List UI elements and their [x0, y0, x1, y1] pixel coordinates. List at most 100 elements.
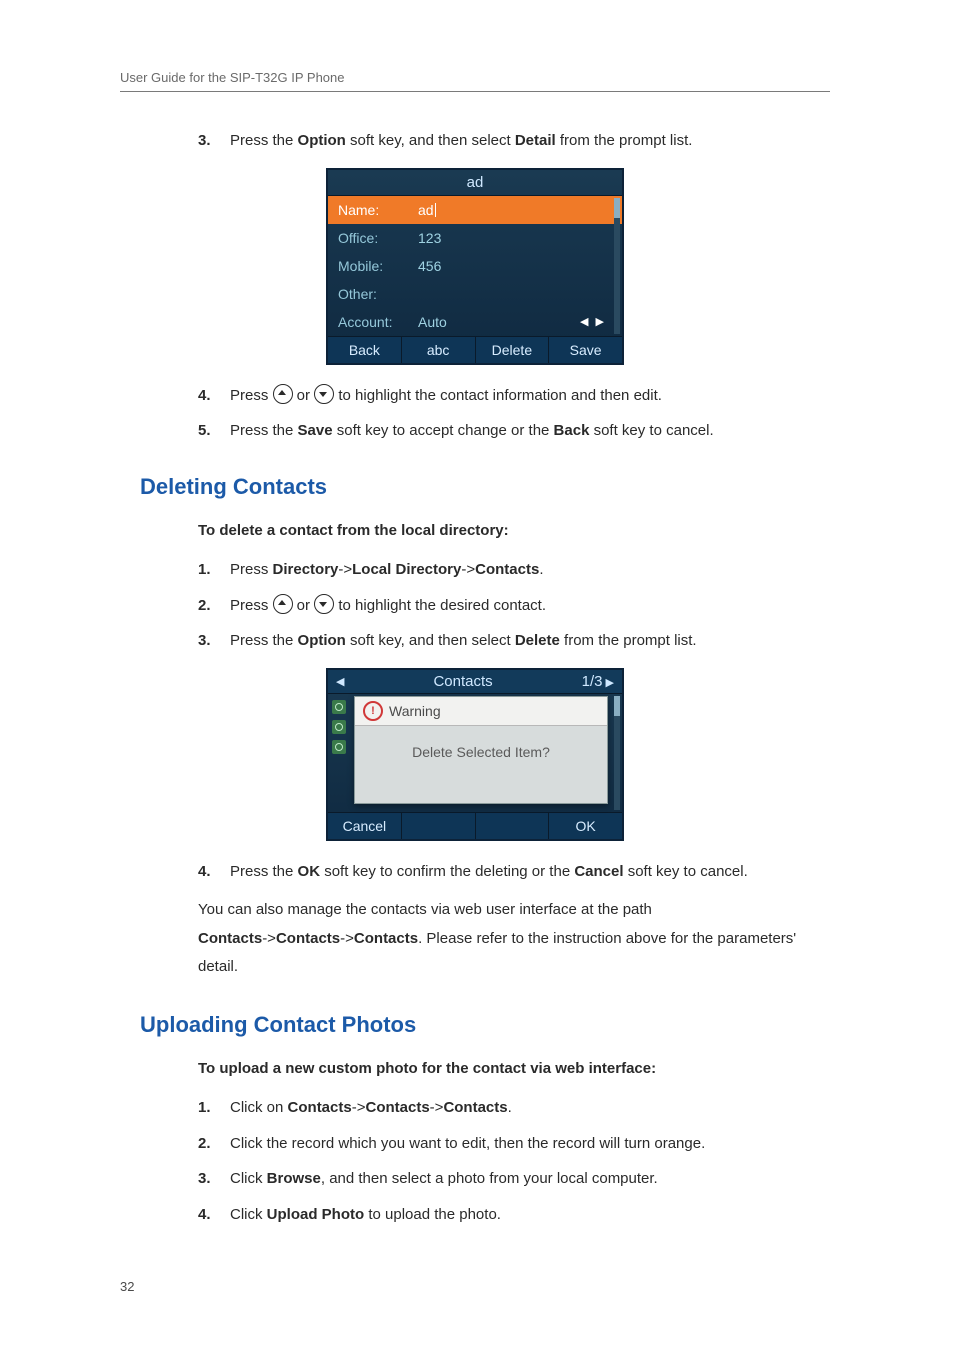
contacts-label: Contacts [276, 930, 340, 947]
softkey-delete[interactable]: Delete [476, 337, 550, 363]
step-number: 4. [198, 383, 211, 409]
upload-intro: To upload a new custom photo for the con… [198, 1056, 830, 1082]
text: You can also manage the contacts via web… [198, 901, 652, 918]
field-office-row: Office: 123 [328, 224, 622, 252]
phone-screen-edit-contact: ad Name: ad Office: 123 Mobile: 456 Othe… [326, 168, 624, 365]
warning-label: Warning [389, 703, 441, 719]
scrollbar-thumb [614, 696, 620, 716]
scrollbar [614, 198, 620, 334]
contact-list-icons [332, 700, 348, 760]
dstep-3: 3. Press the Option soft key, and then s… [198, 628, 830, 654]
warning-header: ! Warning [355, 697, 607, 726]
arrow: -> [262, 930, 276, 947]
softkey-bar: Cancel OK [328, 812, 622, 839]
delete-steps-2: 4. Press the OK soft key to confirm the … [198, 859, 830, 885]
text: , and then select a photo from your loca… [321, 1170, 658, 1187]
softkey-empty [402, 813, 476, 839]
ustep-4: 4. Click Upload Photo to upload the phot… [198, 1202, 830, 1228]
text: . [508, 1099, 512, 1116]
down-arrow-key-icon [314, 384, 334, 404]
step-number: 3. [198, 1166, 211, 1192]
phone-screen-delete-warning: ◀ Contacts 1/3 ▶ ! Warning Delete Select… [326, 668, 624, 841]
heading-deleting-contacts: Deleting Contacts [140, 474, 830, 500]
text: . [539, 561, 543, 578]
field-label: Account: [338, 314, 418, 330]
field-value: 123 [418, 230, 612, 246]
field-other-row: Other: [328, 280, 622, 308]
contacts-label: Contacts [198, 930, 262, 947]
directory-label: Directory [273, 561, 339, 578]
text: Press [230, 561, 273, 578]
ok-label: OK [298, 863, 321, 880]
arrow: -> [430, 1099, 444, 1116]
contacts-label: Contacts [443, 1099, 507, 1116]
softkey-back[interactable]: Back [328, 337, 402, 363]
ustep-2: 2. Click the record which you want to ed… [198, 1131, 830, 1157]
warning-icon: ! [363, 701, 383, 721]
softkey-cancel[interactable]: Cancel [328, 813, 402, 839]
text: from the prompt list. [556, 132, 693, 149]
text: to highlight the desired contact. [334, 597, 546, 614]
warning-message: Delete Selected Item? [355, 726, 607, 770]
dstep-4: 4. Press the OK soft key to confirm the … [198, 859, 830, 885]
arrow: -> [340, 930, 354, 947]
softkey-abc[interactable]: abc [402, 337, 476, 363]
step-number: 5. [198, 418, 211, 444]
phone-title: ad [328, 170, 622, 196]
arrow: -> [338, 561, 352, 578]
phone-titlebar: ◀ Contacts 1/3 ▶ [328, 670, 622, 694]
field-label: Mobile: [338, 258, 418, 274]
contact-icon [332, 740, 346, 754]
delete-web-path-paragraph: You can also manage the contacts via web… [198, 896, 830, 982]
field-label: Name: [338, 202, 418, 218]
step-number: 4. [198, 859, 211, 885]
text: soft key to confirm the deleting or the [320, 863, 574, 880]
text: from the prompt list. [560, 632, 697, 649]
up-arrow-key-icon [273, 594, 293, 614]
right-arrow-icon: ▶ [602, 677, 614, 689]
steps-top: 3. Press the Option soft key, and then s… [198, 128, 830, 154]
step-5-save: 5. Press the Save soft key to accept cha… [198, 418, 830, 444]
left-arrow-icon: ◀ [336, 675, 344, 688]
phone-title: Contacts [433, 673, 492, 690]
page-number: 32 [120, 1279, 134, 1294]
step-number: 3. [198, 128, 211, 154]
step-number: 1. [198, 1095, 211, 1121]
option-label: Option [298, 632, 346, 649]
detail-label: Detail [515, 132, 556, 149]
page-indicator: 1/3 ▶ [582, 673, 614, 690]
softkey-bar: Back abc Delete Save [328, 336, 622, 363]
field-value: ad [418, 202, 612, 218]
softkey-ok[interactable]: OK [549, 813, 622, 839]
left-right-arrows-icon: ◀ ▶ [580, 315, 606, 328]
local-directory-label: Local Directory [352, 561, 461, 578]
delete-label: Delete [515, 632, 560, 649]
text: soft key, and then select [346, 632, 515, 649]
text: soft key to accept change or the [333, 422, 554, 439]
text: to upload the photo. [364, 1206, 501, 1223]
field-account-row: Account: Auto ◀ ▶ [328, 308, 622, 336]
softkey-empty [476, 813, 550, 839]
option-label: Option [298, 132, 346, 149]
heading-uploading-photos: Uploading Contact Photos [140, 1012, 830, 1038]
step-number: 4. [198, 1202, 211, 1228]
up-arrow-key-icon [273, 384, 293, 404]
scrollbar [614, 696, 620, 810]
delete-intro: To delete a contact from the local direc… [198, 518, 830, 544]
contact-icon [332, 700, 346, 714]
text: soft key, and then select [346, 132, 515, 149]
text: Press the [230, 632, 298, 649]
dstep-2: 2. Press or to highlight the desired con… [198, 593, 830, 619]
step-number: 2. [198, 593, 211, 619]
browse-label: Browse [267, 1170, 321, 1187]
arrow: -> [461, 561, 475, 578]
ustep-1: 1. Click on Contacts->Contacts->Contacts… [198, 1095, 830, 1121]
text: or [293, 387, 315, 404]
delete-steps: 1. Press Directory->Local Directory->Con… [198, 557, 830, 654]
text: Press the [230, 132, 298, 149]
upload-photo-label: Upload Photo [267, 1206, 365, 1223]
softkey-save[interactable]: Save [549, 337, 622, 363]
text: Press the [230, 422, 298, 439]
steps-after-phone1: 4. Press or to highlight the contact inf… [198, 383, 830, 444]
step-number: 2. [198, 1131, 211, 1157]
